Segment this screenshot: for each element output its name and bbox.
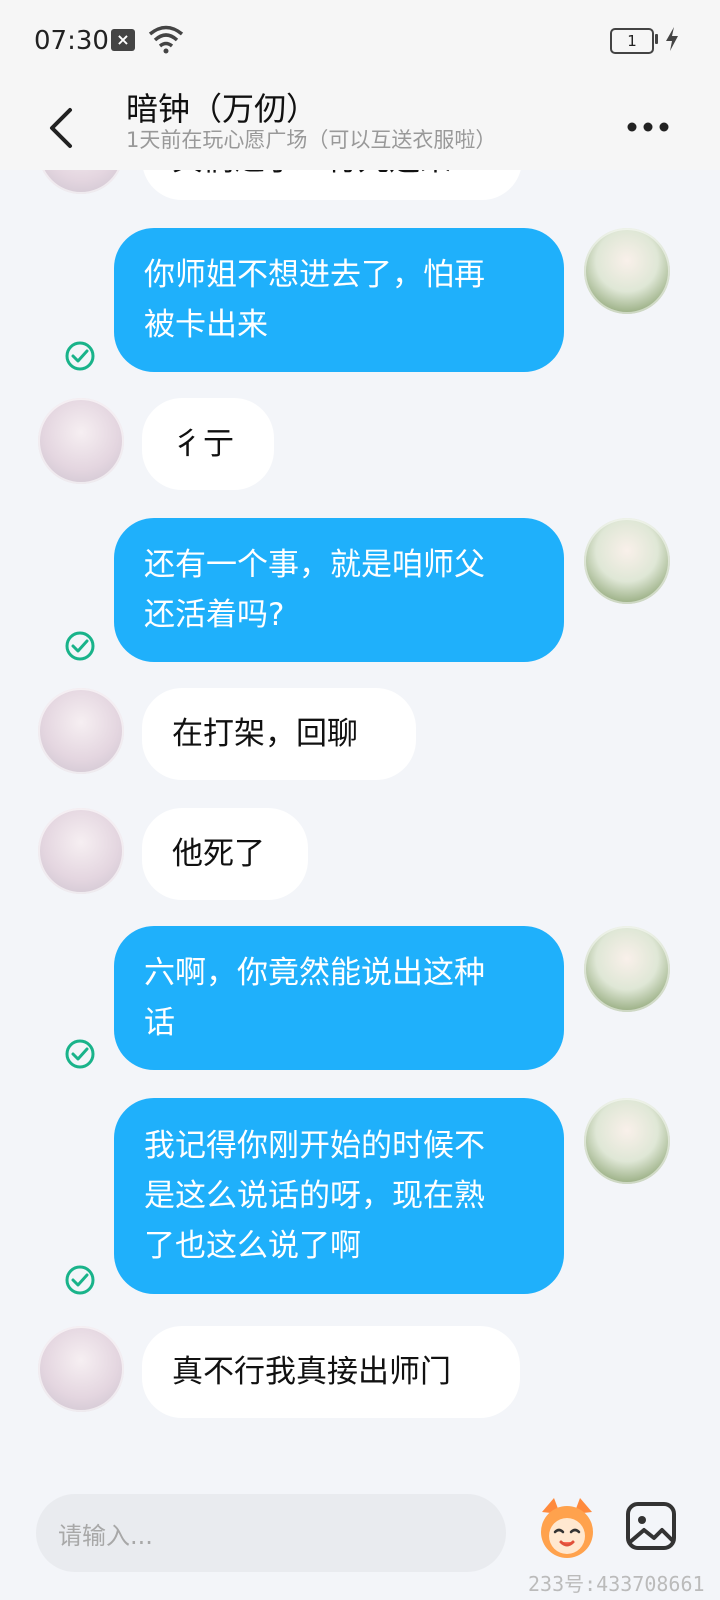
emoji-mascot-icon[interactable] xyxy=(534,1494,600,1564)
charging-icon xyxy=(666,27,678,51)
incoming-message: 在打架，回聊 xyxy=(142,688,416,780)
read-check-icon xyxy=(65,1265,95,1295)
outgoing-message: 还有一个事，就是咱师父 还活着吗? xyxy=(114,518,564,662)
contact-avatar[interactable] xyxy=(38,688,124,774)
battery-icon: 1 xyxy=(610,28,654,54)
contact-avatar[interactable] xyxy=(38,170,124,194)
message-input[interactable]: 请输入... xyxy=(36,1494,506,1572)
battery-level: 1 xyxy=(627,32,637,50)
my-avatar[interactable] xyxy=(584,926,670,1012)
read-check-icon xyxy=(65,1039,95,1069)
notification-icon: × xyxy=(111,29,135,51)
status-bar: 07:30 × 1 xyxy=(0,0,720,84)
message-line: 六啊，你竟然能说出这种 xyxy=(144,955,485,991)
message-text: 彳亍 xyxy=(172,426,234,462)
message-text: 在打架，回聊 xyxy=(172,716,358,752)
input-placeholder: 请输入... xyxy=(58,1522,153,1550)
outgoing-message: 你师姐不想进去了，怕再 被卡出来 xyxy=(114,228,564,372)
my-avatar[interactable] xyxy=(584,1098,670,1184)
image-picker-icon[interactable] xyxy=(622,1496,682,1556)
battery-tip xyxy=(655,34,658,44)
contact-avatar[interactable] xyxy=(38,808,124,894)
message-line: 被卡出来 xyxy=(144,307,268,343)
my-avatar[interactable] xyxy=(584,228,670,314)
my-avatar[interactable] xyxy=(584,518,670,604)
chat-area[interactable]: 其们之了一行九运来 你师姐不想进去了，怕再 被卡出来 彳亍 还有一个事，就是咱师… xyxy=(0,170,720,1460)
contact-avatar[interactable] xyxy=(38,1326,124,1412)
read-check-icon xyxy=(65,341,95,371)
outgoing-message: 我记得你刚开始的时候不 是这么说话的呀，现在熟 了也这么说了啊 xyxy=(114,1098,564,1294)
chat-subtitle: 1天前在玩心愿广场（可以互送衣服啦） xyxy=(126,128,497,152)
incoming-message: 他死了 xyxy=(142,808,308,900)
incoming-message: 其们之了一行九运来 xyxy=(142,170,522,200)
incoming-message: 真不行我真接出师门 xyxy=(142,1326,520,1418)
chat-header: 暗钟（万仞） 1天前在玩心愿广场（可以互送衣服啦） xyxy=(0,84,720,170)
read-check-icon xyxy=(65,631,95,661)
message-text: 他死了 xyxy=(172,836,265,872)
message-line: 话 xyxy=(144,1005,175,1041)
more-options-icon[interactable] xyxy=(622,102,682,152)
message-line: 了也这么说了啊 xyxy=(144,1228,361,1264)
status-time: 07:30 xyxy=(34,26,109,56)
message-line: 还有一个事，就是咱师父 xyxy=(144,547,485,583)
outgoing-message: 六啊，你竟然能说出这种 话 xyxy=(114,926,564,1070)
contact-avatar[interactable] xyxy=(38,398,124,484)
message-line: 是这么说话的呀，现在熟 xyxy=(144,1178,485,1214)
message-line: 你师姐不想进去了，怕再 xyxy=(144,257,485,293)
message-text: 真不行我真接出师门 xyxy=(172,1354,451,1390)
watermark: 233号:433708661 xyxy=(528,1572,705,1596)
back-arrow-icon[interactable] xyxy=(40,98,90,158)
message-line: 还活着吗? xyxy=(144,597,285,633)
wifi-icon xyxy=(148,25,184,54)
incoming-message: 彳亍 xyxy=(142,398,274,490)
message-text: 其们之了一行九运来 xyxy=(172,170,451,178)
message-line: 我记得你刚开始的时候不 xyxy=(144,1128,485,1164)
